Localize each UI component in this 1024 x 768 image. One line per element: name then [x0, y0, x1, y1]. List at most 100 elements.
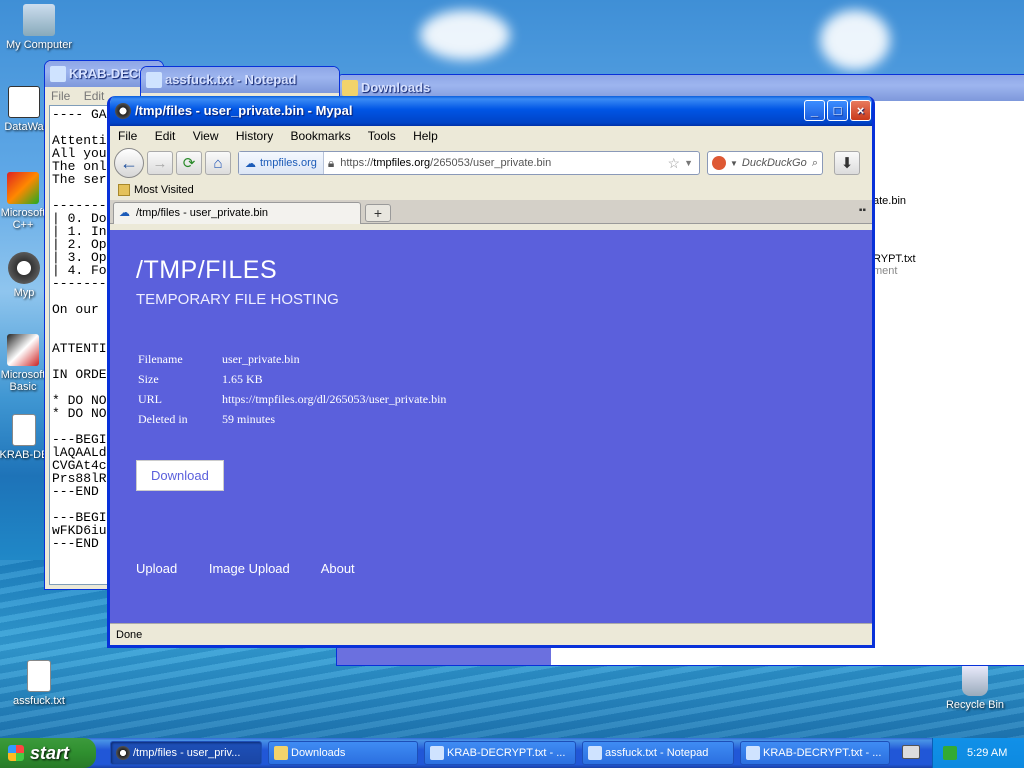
page-subtitle: TEMPORARY FILE HOSTING	[136, 291, 339, 308]
cloud-decoration	[820, 10, 890, 70]
windows-logo-icon	[8, 745, 24, 761]
field-value-url[interactable]: https://tmpfiles.org/dl/265053/user_priv…	[222, 390, 446, 408]
menu-help[interactable]: Help	[413, 129, 438, 143]
menu-view[interactable]: View	[193, 129, 219, 143]
menu-tools[interactable]: Tools	[368, 129, 396, 143]
desktop-icon-my-computer[interactable]: My Computer	[0, 4, 78, 51]
clock[interactable]: 5:29 AM	[967, 747, 1007, 759]
cloud-icon: ☁	[245, 157, 256, 170]
reload-icon: ⟳	[182, 155, 196, 172]
mypal-icon	[8, 252, 40, 284]
downloads-button[interactable]: ⬇	[834, 151, 860, 175]
home-button[interactable]: ⌂	[205, 151, 231, 175]
bookmarks-toolbar: Most Visited	[110, 180, 872, 200]
about-link[interactable]: About	[321, 561, 355, 576]
search-bar[interactable]: ▼ DuckDuckGo ⌕	[707, 151, 823, 175]
bookmark-most-visited[interactable]: Most Visited	[134, 180, 194, 200]
desktop-icon-label: assfuck.txt	[13, 695, 65, 707]
downloads-item[interactable]: ate.bin	[873, 195, 906, 207]
field-value: user_private.bin	[222, 351, 300, 366]
msvc-icon	[7, 172, 39, 204]
menu-file[interactable]: File	[51, 89, 70, 103]
taskbar-button-browser[interactable]: /tmp/files - user_priv...	[110, 741, 262, 765]
search-icon[interactable]: ⌕	[812, 157, 818, 170]
desktop-icon-label: Recycle Bin	[945, 699, 1005, 711]
desktop-icon-label: Microsoft C++	[0, 207, 46, 231]
notepad-icon	[746, 746, 760, 760]
site-identity-label: tmpfiles.org	[260, 157, 317, 169]
network-icon[interactable]	[943, 746, 957, 760]
menu-file[interactable]: File	[118, 129, 137, 143]
download-button[interactable]: Download	[136, 460, 224, 491]
url-bar[interactable]: ☁ tmpfiles.org 🔒︎ https://tmpfiles.org/2…	[238, 151, 700, 175]
maximize-button[interactable]: □	[827, 100, 848, 121]
browser-titlebar[interactable]: /tmp/files - user_private.bin - Mypal _ …	[110, 96, 872, 126]
window-title: /tmp/files - user_private.bin - Mypal	[135, 103, 353, 118]
cloud-icon: ☁	[119, 207, 130, 219]
field-value: 1.65 KB	[222, 371, 263, 386]
downloads-item-label: RYPT.txt	[873, 253, 916, 265]
computer-icon	[23, 4, 55, 36]
back-button[interactable]: ←	[114, 148, 144, 178]
field-value: 59 minutes	[222, 411, 275, 426]
notepad-title: assfuck.txt - Notepad	[165, 72, 297, 87]
notepad-icon	[588, 746, 602, 760]
table-row: Deleted in 59 minutes	[138, 410, 446, 428]
desktop-icon-label: My Computer	[5, 39, 73, 51]
close-button[interactable]: ×	[850, 100, 871, 121]
url-path: /265053/user_private.bin	[430, 157, 552, 169]
field-key: Filename	[138, 351, 183, 366]
desktop-icon-label: Myp	[13, 287, 35, 299]
downloads-item[interactable]: RYPT.txt ment	[873, 253, 916, 277]
bookmark-folder-icon	[118, 184, 130, 196]
taskbar-button-krab-2[interactable]: KRAB-DECRYPT.txt - ...	[740, 741, 890, 765]
keyboard-icon[interactable]	[902, 745, 920, 759]
desktop-icon-assfuck-txt[interactable]: assfuck.txt	[0, 660, 78, 707]
taskbar-button-krab-1[interactable]: KRAB-DECRYPT.txt - ...	[424, 741, 576, 765]
taskbar-button-label: assfuck.txt - Notepad	[605, 747, 709, 759]
taskbar-button-label: /tmp/files - user_priv...	[133, 747, 241, 759]
bookmark-star-icon[interactable]: ☆	[668, 155, 681, 172]
field-key: Size	[138, 371, 159, 386]
image-upload-link[interactable]: Image Upload	[209, 561, 290, 576]
desktop-icon-recycle-bin[interactable]: Recycle Bin	[936, 664, 1014, 711]
url-prefix: https://	[340, 157, 374, 169]
download-arrow-icon: ⬇	[840, 155, 854, 172]
forward-arrow-icon: →	[152, 154, 168, 172]
forward-button[interactable]: →	[147, 151, 173, 175]
menubar: File Edit View History Bookmarks Tools H…	[110, 126, 872, 146]
taskbar-button-downloads[interactable]: Downloads	[268, 741, 418, 765]
start-button[interactable]: start	[0, 738, 96, 768]
menu-bookmarks[interactable]: Bookmarks	[291, 129, 351, 143]
tab-list-icon[interactable]: ▪▪	[859, 205, 866, 216]
text-file-icon	[12, 414, 36, 446]
menu-history[interactable]: History	[236, 129, 273, 143]
menu-edit[interactable]: Edit	[155, 129, 176, 143]
notepad-window[interactable]: assfuck.txt - Notepad	[140, 66, 340, 100]
search-engine-dropdown-icon[interactable]: ▼	[730, 159, 738, 168]
tab-active[interactable]: ☁ /tmp/files - user_private.bin	[113, 202, 361, 224]
menu-edit[interactable]: Edit	[84, 89, 105, 103]
duckduckgo-icon	[712, 156, 726, 170]
notepad-icon	[430, 746, 444, 760]
status-bar: Done	[110, 623, 872, 645]
field-key: Deleted in	[138, 411, 188, 426]
site-identity[interactable]: ☁ tmpfiles.org	[239, 152, 324, 174]
browser-window[interactable]: /tmp/files - user_private.bin - Mypal _ …	[107, 96, 875, 648]
caption-buttons: _ □ ×	[804, 100, 871, 121]
back-arrow-icon: ←	[120, 152, 138, 173]
url-text[interactable]: https://tmpfiles.org/265053/user_private…	[334, 157, 667, 169]
minimize-button[interactable]: _	[804, 100, 825, 121]
upload-link[interactable]: Upload	[136, 561, 177, 576]
mypal-icon	[116, 746, 130, 760]
notepad-titlebar[interactable]: assfuck.txt - Notepad	[141, 67, 339, 93]
reload-button[interactable]: ⟳	[176, 151, 202, 175]
taskbar-button-notepad[interactable]: assfuck.txt - Notepad	[582, 741, 734, 765]
footer-links: Upload Image Upload About	[136, 561, 846, 576]
desktop-icon-label: KRAB-DE	[0, 449, 49, 461]
taskbar: start /tmp/files - user_priv... Download…	[0, 738, 1024, 768]
home-icon: ⌂	[213, 154, 223, 172]
new-tab-button[interactable]: +	[365, 204, 391, 222]
downloads-item-sublabel: ment	[873, 265, 898, 277]
dropdown-arrow-icon[interactable]: ▼	[684, 158, 693, 168]
